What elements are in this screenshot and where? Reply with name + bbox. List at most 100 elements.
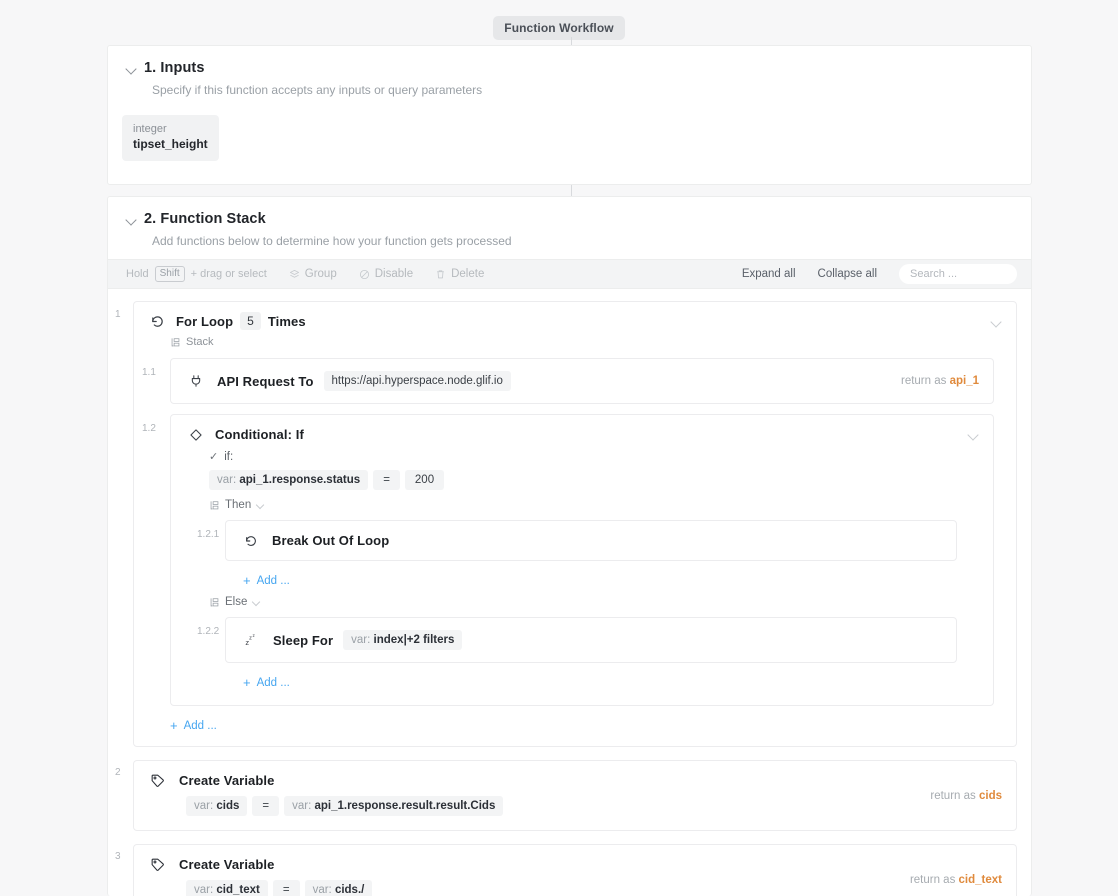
stack-icon [209,500,220,511]
check-icon: ✓ [209,451,219,463]
chevron-down-icon[interactable] [256,501,265,510]
var-prefix: var: [351,634,371,646]
create-variable-return-1: return as cids [930,790,1002,802]
loop-icon [150,314,165,329]
input-chip-type: integer [133,123,167,135]
search-input[interactable]: Search ... [899,264,1017,284]
variable-value-chip[interactable]: var: api_1.response.result.result.Cids [284,796,504,816]
tag-icon [150,857,165,872]
sleep-for-chip[interactable]: var: index|+2 filters [343,630,463,650]
stack-row-api-request: 1.1 API Request To https://api.hyperspac… [142,358,994,404]
stack-icon [170,337,181,348]
create-variable-expression-2: var: cid_text = var: cids./ [186,880,1002,896]
condition-expression: var: api_1.response.status = 200 [209,470,979,490]
chevron-down-icon[interactable] [991,316,1002,327]
for-loop-card[interactable]: For Loop 5 Times Stack 1.1 API Request T… [133,301,1017,747]
var-prefix: var: [312,884,332,896]
add-button-loop[interactable]: + Add ... [170,719,1016,732]
conditional-header[interactable]: Conditional: If [189,427,979,442]
workflow-badge: Function Workflow [493,16,625,40]
expand-all-button[interactable]: Expand all [742,268,796,280]
input-chip-tipset-height[interactable]: integer tipset_height [122,115,219,162]
stack-row-create-variable-2: 3 Create Variable var: cid_text = var: c… [115,844,1017,896]
add-button-else[interactable]: + Add ... [243,676,979,689]
break-out-of-loop-card[interactable]: Break Out Of Loop [225,520,957,561]
create-variable-title-1: Create Variable [179,773,275,788]
function-stack-subtitle: Add functions below to determine how you… [152,234,512,248]
inputs-title-row[interactable]: 1. Inputs [126,60,1013,76]
sleep-for-card[interactable]: zzz Sleep For var: index|+2 filters [225,617,957,663]
group-label: Group [304,268,337,280]
then-branch-label-row[interactable]: Then [209,499,979,511]
stack-row-conditional: 1.2 Conditional: If ✓ if: var: api_1.res… [142,414,994,706]
return-prefix: return as [900,375,947,387]
add-label: Add ... [183,719,217,732]
function-stack-header: 2. Function Stack Add functions below to… [108,197,1031,248]
return-variable: api_1 [949,375,979,387]
sleep-for-title: Sleep For [273,632,334,648]
var-prefix: var: [217,474,237,486]
return-variable: cid_text [958,873,1002,886]
return-prefix: return as [930,789,976,802]
for-loop-count[interactable]: 5 [240,312,261,330]
hold-suffix-label: + drag or select [190,268,267,280]
delete-button[interactable]: Delete [435,268,484,280]
create-variable-card-2[interactable]: Create Variable var: cid_text = var: cid… [133,844,1017,896]
chip-suffix: |+2 filters [403,634,455,646]
var-value: api_1.response.result.result.Cids [314,800,496,812]
condition-left-chip[interactable]: var: api_1.response.status [209,470,369,490]
delete-label: Delete [451,268,485,280]
chevron-down-icon[interactable] [968,429,979,440]
variable-value-chip[interactable]: var: cids./ [304,880,373,896]
else-branch-label-row[interactable]: Else [209,596,979,608]
var-prefix: var: [194,884,214,896]
add-button-then[interactable]: + Add ... [243,574,979,587]
break-out-of-loop-title: Break Out Of Loop [272,533,390,548]
conditional-card[interactable]: Conditional: If ✓ if: var: api_1.respons… [170,414,994,706]
hold-prefix-label: Hold [126,268,149,280]
create-variable-expression-1: var: cids = var: api_1.response.result.r… [186,796,1002,816]
then-label: Then [225,499,252,511]
var-value: cid_text [216,884,260,896]
chevron-down-icon[interactable] [126,63,137,74]
variable-name-chip[interactable]: var: cids [186,796,248,816]
var-value: cids [216,800,240,812]
assignment-operator: = [252,796,280,816]
disable-label: Disable [374,268,414,280]
create-variable-card-1[interactable]: Create Variable var: cids = var: api_1.r… [133,760,1017,831]
create-variable-header-2: Create Variable [150,857,1002,872]
plus-icon: + [170,718,178,733]
chevron-down-icon[interactable] [126,214,137,225]
trash-icon [435,269,446,280]
condition-operator[interactable]: = [373,470,400,490]
stack-row-break-out: 1.2.1 Break Out Of Loop [197,520,957,561]
plus-icon: + [243,573,251,588]
conditional-title: Conditional: If [215,427,304,442]
variable-name-chip[interactable]: var: cid_text [186,880,268,896]
assignment-operator: = [272,880,300,896]
stack-body: 1 For Loop 5 Times Stack 1.1 API Request… [108,289,1031,896]
api-request-card[interactable]: API Request To https://api.hyperspace.no… [170,358,994,404]
for-loop-header[interactable]: For Loop 5 Times [134,312,1016,330]
group-button[interactable]: Group [289,268,337,280]
var-prefix: var: [194,800,214,812]
for-loop-title: For Loop [176,313,234,329]
var-prefix: var: [292,800,312,812]
add-label: Add ... [256,676,290,689]
if-label-row: ✓ if: [209,450,979,464]
disable-button[interactable]: Disable [359,268,413,280]
function-stack-title-row[interactable]: 2. Function Stack [126,211,1013,227]
collapse-all-button[interactable]: Collapse all [818,268,877,280]
function-workflow-canvas: Function Workflow 1. Inputs Specify if t… [0,0,1118,896]
return-prefix: return as [909,873,956,886]
if-label: if: [224,450,234,463]
layers-icon [289,269,300,280]
input-chip-name: tipset_height [133,137,208,152]
inputs-body: integer tipset_height [108,97,1031,162]
create-variable-header-1: Create Variable [150,773,1002,788]
chevron-down-icon[interactable] [252,598,261,607]
function-stack-title: 2. Function Stack [144,211,266,227]
api-request-url[interactable]: https://api.hyperspace.node.glif.io [323,371,511,391]
condition-right-chip[interactable]: 200 [404,470,445,490]
row-index: 2 [115,767,121,778]
